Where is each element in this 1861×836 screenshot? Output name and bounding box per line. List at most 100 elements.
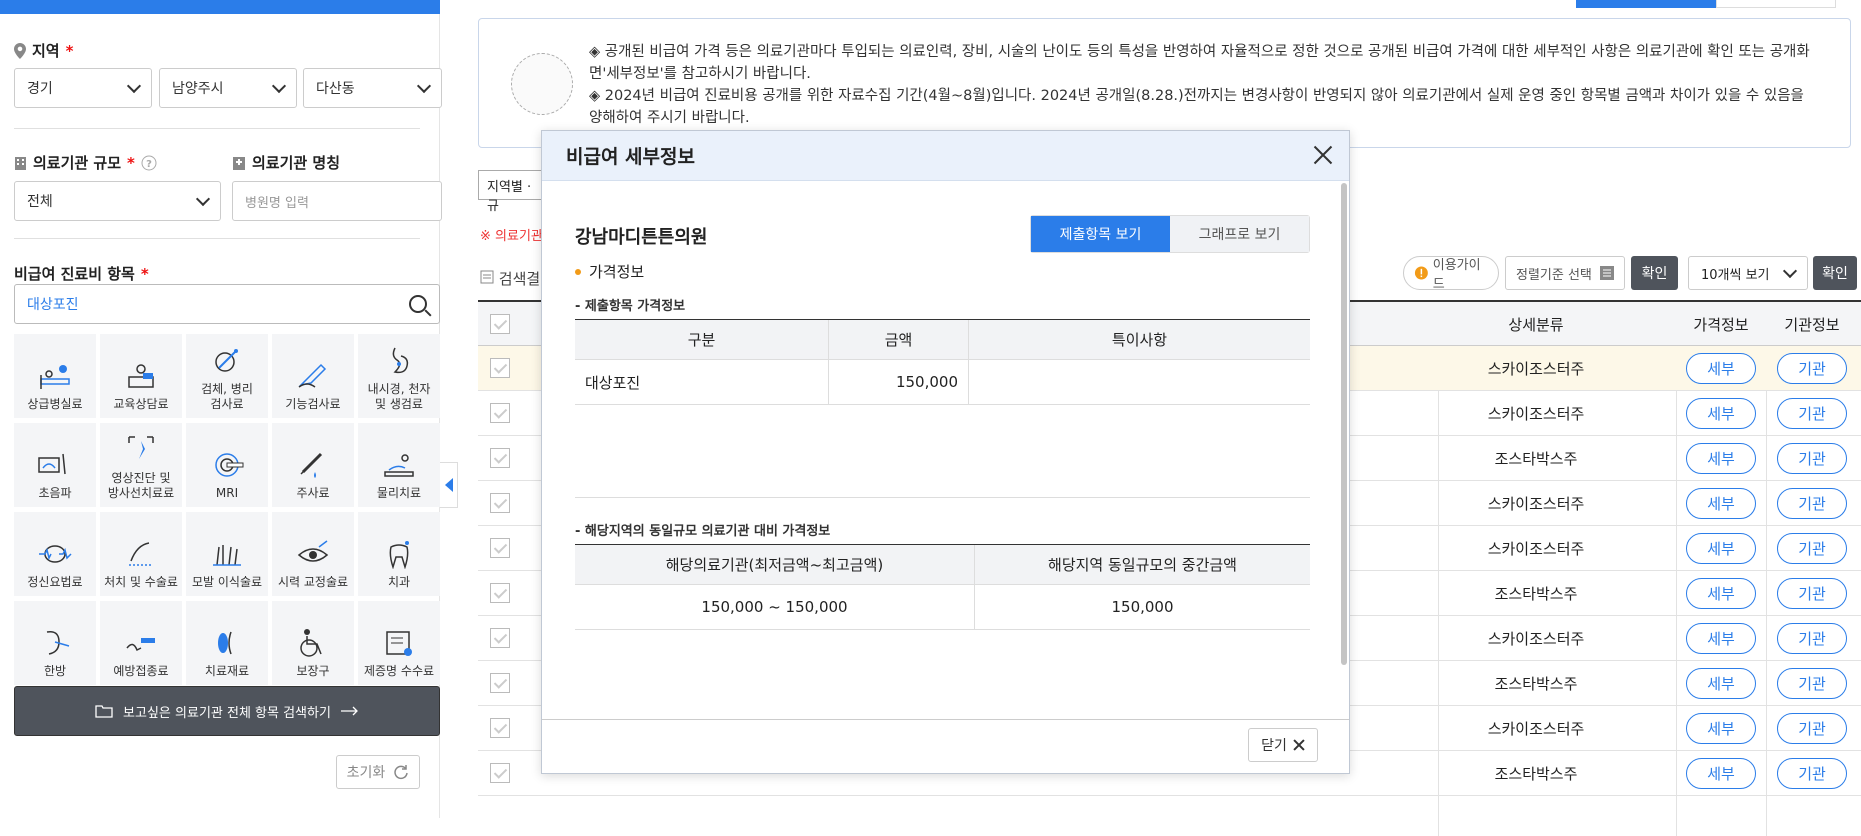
category-label: 치과 [387,575,411,589]
price-detail-button[interactable]: 세부 [1686,713,1756,744]
row-checkbox[interactable] [490,583,510,603]
dong-select[interactable]: 다산동 [303,68,442,108]
row-checkbox[interactable] [490,358,510,378]
institution-button[interactable]: 기관 [1777,443,1847,474]
cell-range: 150,000 ~ 150,000 [575,585,975,629]
category-item[interactable]: 내시경, 천자 및 생검료 [358,334,440,418]
item-search-input[interactable]: 대상포진 [14,284,440,324]
category-item[interactable]: 교육상담료 [100,334,182,418]
bed-icon [40,365,70,389]
row-checkbox[interactable] [490,448,510,468]
tab-graph[interactable]: 그래프로 보기 [1170,216,1309,252]
category-item[interactable]: 상급병실료 [14,334,96,418]
detail-modal: 비급여 세부정보 강남마디튼튼의원 제출항목 보기 그래프로 보기 가격정보 -… [541,130,1350,774]
category-item[interactable]: 기능검사료 [272,334,354,418]
top-tab-active[interactable] [1576,0,1716,8]
top-tab[interactable] [1716,0,1836,8]
category-item[interactable]: 치과 [358,512,440,596]
result-text: 검색결 [498,270,541,288]
red-note: ※ 의료기관 [480,229,543,244]
category-label: 제증명 수수료 [363,664,435,678]
institution-button[interactable]: 기관 [1777,668,1847,699]
hospital-name-input[interactable]: 병원명 입력 [232,181,442,221]
category-item[interactable]: 물리치료 [358,423,440,507]
close-button[interactable]: 닫기 [1248,728,1318,762]
price-detail-button[interactable]: 세부 [1686,758,1756,789]
price-detail-button[interactable]: 세부 [1686,668,1756,699]
panel-collapse-handle[interactable] [440,462,458,508]
row-checkbox[interactable] [490,673,510,693]
category-item[interactable]: 예방접종료 [100,601,182,685]
category-item[interactable]: 제증명 수수료 [358,601,440,685]
institution-button[interactable]: 기관 [1777,533,1847,564]
price-detail-button[interactable]: 세부 [1686,443,1756,474]
category-label: 예방접종료 [113,664,169,678]
per-page-confirm-button[interactable]: 확인 [1813,256,1857,290]
category-item[interactable]: 주사료 [272,423,354,507]
header-range: 해당의료기관(최저금액~최고금액) [575,545,975,584]
chevron-left-icon [444,478,453,492]
help-icon[interactable]: ? [141,155,157,171]
institution-button[interactable]: 기관 [1777,488,1847,519]
row-checkbox[interactable] [490,538,510,558]
category-item[interactable]: 검체, 병리 검사료 [186,334,268,418]
category-item[interactable]: MRI [186,423,268,507]
category-item[interactable]: 모발 이식술료 [186,512,268,596]
row-checkbox[interactable] [490,493,510,513]
category-item[interactable]: 한방 [14,601,96,685]
close-icon[interactable] [1311,143,1335,167]
category-grid: 상급병실료 교육상담료 검체, 병리 검사료 기능검사료 내시경, 천자 및 생검료… [14,334,440,685]
subcategory-cell: 조스타박스주 [1494,675,1578,693]
divider [14,238,420,239]
search-all-button[interactable]: 보고싶은 의료기관 전체 항목 검색하기 [14,686,440,736]
row-checkbox[interactable] [490,628,510,648]
reset-button[interactable]: 초기화 [336,755,420,789]
row-checkbox[interactable] [490,718,510,738]
institution-button[interactable]: 기관 [1777,353,1847,384]
category-label: 시력 교정술료 [277,575,349,589]
category-item[interactable]: 보장구 [272,601,354,685]
price-detail-button[interactable]: 세부 [1686,578,1756,609]
price-detail-button[interactable]: 세부 [1686,398,1756,429]
category-item[interactable]: 처치 및 수술료 [100,512,182,596]
guide-label: 이용가이드 [1432,258,1481,292]
search-icon[interactable] [409,295,427,313]
sort-select[interactable]: 정렬기준 선택 [1505,256,1625,290]
category-item[interactable]: 치료재료 [186,601,268,685]
table-header-row: 구분 금액 특이사항 [575,320,1310,360]
price-detail-button[interactable]: 세부 [1686,533,1756,564]
category-item[interactable]: 초음파 [14,423,96,507]
sigungu-select[interactable]: 남양주시 [159,68,297,108]
institution-button[interactable]: 기관 [1777,623,1847,654]
scale-select[interactable]: 전체 [14,181,221,221]
category-item[interactable]: 정신요법료 [14,512,96,596]
category-item[interactable]: 영상진단 및 방사선치료료 [100,423,182,507]
price-detail-button[interactable]: 세부 [1686,623,1756,654]
tab-submitted-items[interactable]: 제출항목 보기 [1031,216,1170,252]
guide-button[interactable]: 이용가이드 [1403,256,1499,292]
region-tab[interactable]: 지역별 · 규 [478,170,548,214]
document-icon [480,270,494,284]
cell-amount: 150,000 [829,360,969,404]
institution-button[interactable]: 기관 [1777,758,1847,789]
per-page-select[interactable]: 10개씩 보기 [1688,256,1808,290]
section-label: 가격정보 [589,263,645,281]
sort-confirm-button[interactable]: 확인 [1631,256,1678,290]
institution-button[interactable]: 기관 [1777,398,1847,429]
specimen-icon [215,349,238,372]
modal-scrollbar[interactable] [1341,183,1347,665]
row-checkbox[interactable] [490,763,510,783]
select-all-checkbox[interactable] [490,314,510,334]
institution-button[interactable]: 기관 [1777,713,1847,744]
sido-select[interactable]: 경기 [14,68,152,108]
subcategory-cell: 스카이조스터주 [1487,495,1585,513]
scale-title: 의료기관 규모 * ? [14,152,157,173]
table-header-row: 해당의료기관(최저금액~최고금액) 해당지역 동일규모의 중간금액 [575,545,1310,585]
top-accent-bar [0,0,440,14]
institution-button[interactable]: 기관 [1777,578,1847,609]
price-detail-button[interactable]: 세부 [1686,488,1756,519]
row-checkbox[interactable] [490,403,510,423]
category-item[interactable]: 시력 교정술료 [272,512,354,596]
caption-submitted: - 제출항목 가격정보 [575,299,686,314]
price-detail-button[interactable]: 세부 [1686,353,1756,384]
